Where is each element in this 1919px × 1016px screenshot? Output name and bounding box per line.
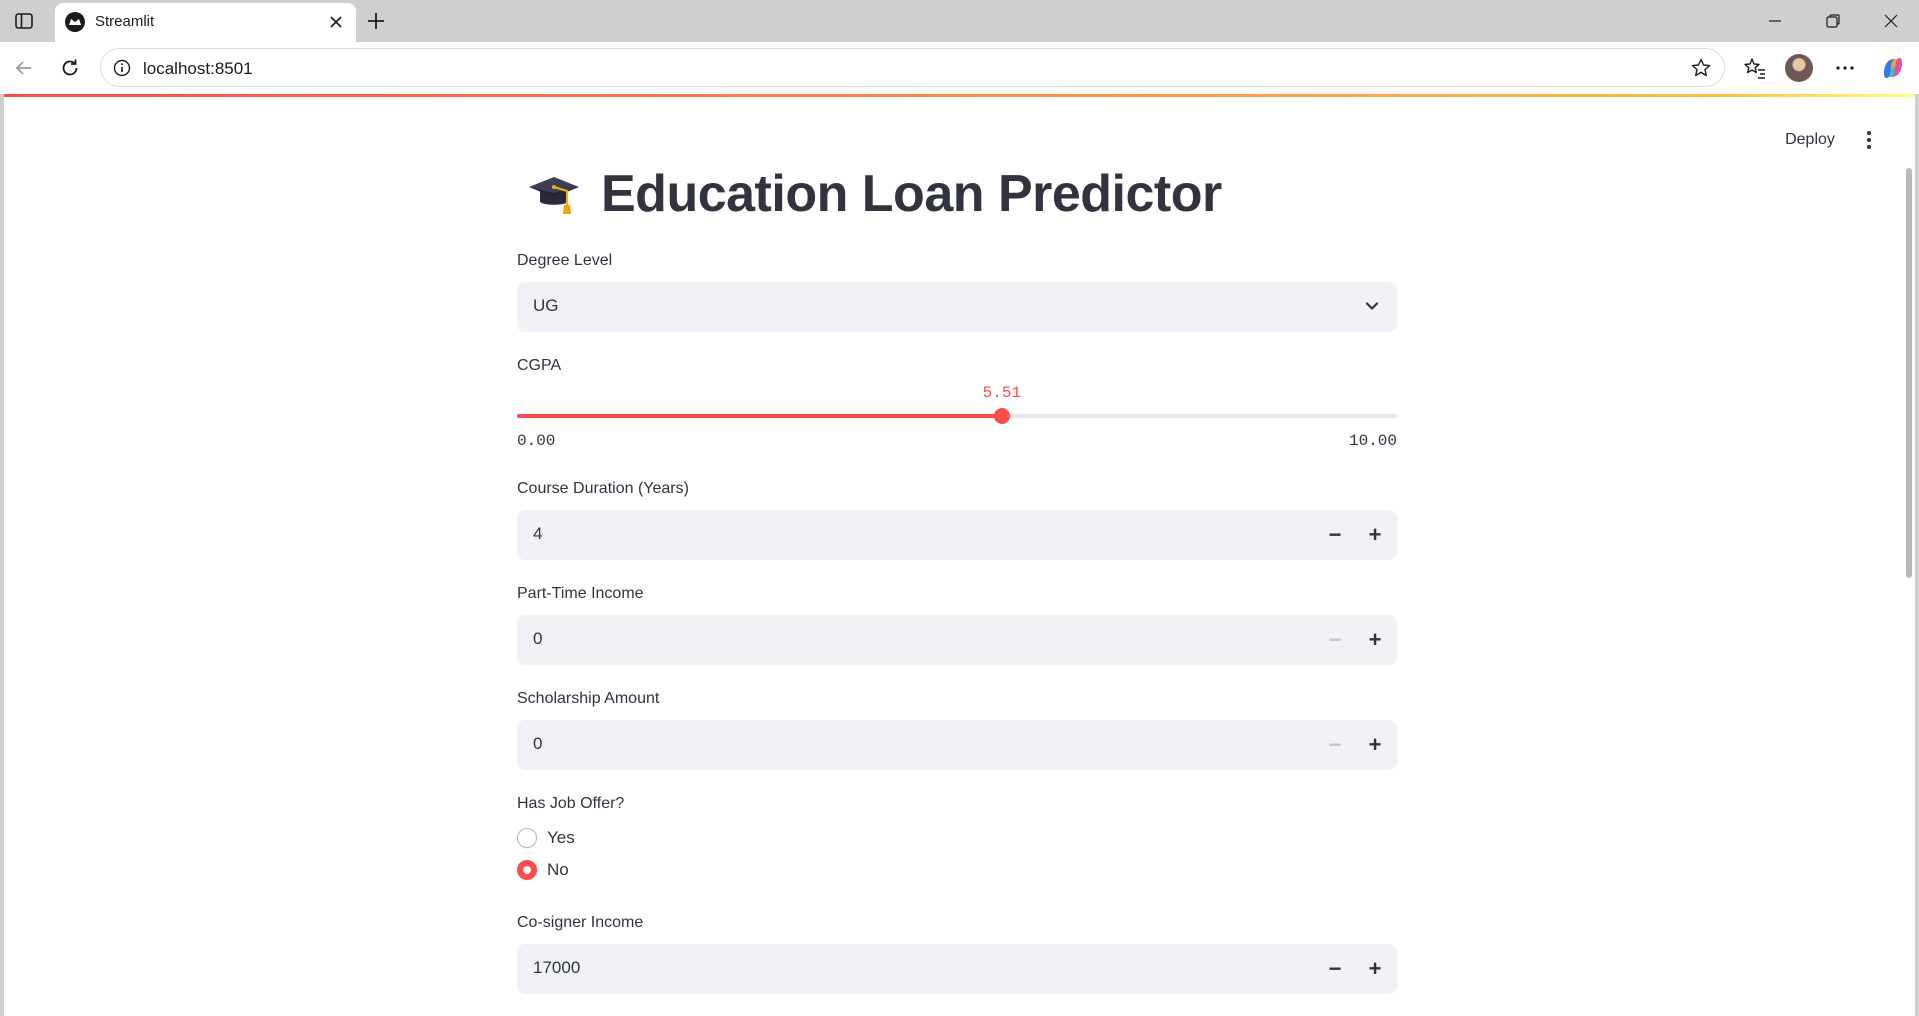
course-duration-increment-button[interactable]: + bbox=[1355, 510, 1395, 560]
window-close-icon[interactable] bbox=[1862, 0, 1919, 42]
cgpa-max-label: 10.00 bbox=[1348, 432, 1397, 450]
course-duration-decrement-button[interactable]: − bbox=[1315, 510, 1355, 560]
scholarship-amount-decrement-button[interactable]: − bbox=[1315, 720, 1355, 770]
course-duration-value[interactable]: 4 bbox=[533, 524, 542, 544]
scholarship-amount-label: Scholarship Amount bbox=[517, 690, 660, 707]
degree-level-label: Degree Level bbox=[517, 252, 613, 269]
browser-titlebar: Streamlit bbox=[0, 0, 1919, 42]
favorites-icon[interactable] bbox=[1741, 54, 1769, 82]
radio-no-circle[interactable] bbox=[517, 860, 537, 880]
cosigner-income-increment-button[interactable]: + bbox=[1355, 944, 1395, 994]
part-time-income-value[interactable]: 0 bbox=[533, 629, 542, 649]
copilot-icon[interactable] bbox=[1879, 54, 1907, 82]
address-bar[interactable]: localhost:8501 bbox=[100, 48, 1725, 87]
page-viewport: Deploy Education Loan Predictor Degree L… bbox=[4, 94, 1915, 1016]
cosigner-income-input[interactable]: 17000 − + bbox=[517, 944, 1397, 994]
title-row: Education Loan Predictor bbox=[527, 164, 1222, 224]
radio-yes-label: Yes bbox=[547, 828, 575, 847]
job-offer-option-no[interactable]: No bbox=[517, 858, 569, 882]
close-tab-icon[interactable] bbox=[326, 12, 346, 32]
part-time-income-label: Part-Time Income bbox=[517, 585, 644, 602]
course-duration-input[interactable]: 4 − + bbox=[517, 510, 1397, 560]
cosigner-income-decrement-button[interactable]: − bbox=[1315, 944, 1355, 994]
browser-tab[interactable]: Streamlit bbox=[55, 3, 356, 42]
degree-level-value: UG bbox=[533, 296, 559, 315]
main-content: Education Loan Predictor Degree Level UG… bbox=[517, 94, 1397, 1016]
cosigner-income-value[interactable]: 17000 bbox=[533, 958, 580, 978]
streamlit-favicon-icon bbox=[65, 12, 85, 32]
browser-toolbar: localhost:8501 bbox=[0, 42, 1919, 94]
more-options-icon[interactable] bbox=[1831, 54, 1859, 82]
part-time-income-increment-button[interactable]: + bbox=[1355, 615, 1395, 665]
favorite-star-icon[interactable] bbox=[1690, 57, 1712, 79]
site-info-icon[interactable] bbox=[113, 59, 131, 77]
profile-avatar[interactable] bbox=[1785, 54, 1813, 82]
minimize-icon[interactable] bbox=[1746, 0, 1803, 42]
deploy-button[interactable]: Deploy bbox=[1770, 124, 1850, 156]
radio-yes-circle[interactable] bbox=[517, 828, 537, 848]
has-job-offer-label: Has Job Offer? bbox=[517, 795, 625, 812]
url-text[interactable]: localhost:8501 bbox=[143, 59, 253, 79]
cgpa-slider-fill bbox=[517, 414, 1002, 418]
part-time-income-input[interactable]: 0 − + bbox=[517, 615, 1397, 665]
restore-icon[interactable] bbox=[1804, 0, 1861, 42]
cosigner-income-label: Co-signer Income bbox=[517, 914, 644, 931]
radio-no-label: No bbox=[547, 860, 569, 879]
cgpa-min-label: 0.00 bbox=[517, 432, 556, 450]
page-scrollbar[interactable] bbox=[1906, 168, 1912, 578]
main-menu-icon[interactable] bbox=[1855, 126, 1883, 154]
reload-icon[interactable] bbox=[56, 54, 84, 82]
chevron-down-icon bbox=[1361, 295, 1383, 317]
scholarship-amount-input[interactable]: 0 − + bbox=[517, 720, 1397, 770]
scholarship-amount-increment-button[interactable]: + bbox=[1355, 720, 1395, 770]
scholarship-amount-value[interactable]: 0 bbox=[533, 734, 542, 754]
cgpa-slider-value: 5.51 bbox=[982, 384, 1022, 402]
part-time-income-decrement-button[interactable]: − bbox=[1315, 615, 1355, 665]
sidebar-toggle-icon[interactable] bbox=[13, 10, 35, 32]
cgpa-slider[interactable]: 5.51 bbox=[517, 384, 1397, 424]
job-offer-option-yes[interactable]: Yes bbox=[517, 826, 575, 850]
cgpa-label: CGPA bbox=[517, 357, 562, 374]
degree-level-select[interactable]: UG bbox=[517, 282, 1397, 332]
tab-title: Streamlit bbox=[95, 13, 155, 30]
new-tab-icon[interactable] bbox=[364, 9, 388, 33]
course-duration-label: Course Duration (Years) bbox=[517, 480, 689, 497]
page-title: Education Loan Predictor bbox=[601, 165, 1222, 223]
back-arrow-icon[interactable] bbox=[10, 54, 38, 82]
graduation-cap-icon bbox=[527, 167, 581, 221]
cgpa-slider-thumb[interactable] bbox=[993, 408, 1010, 424]
